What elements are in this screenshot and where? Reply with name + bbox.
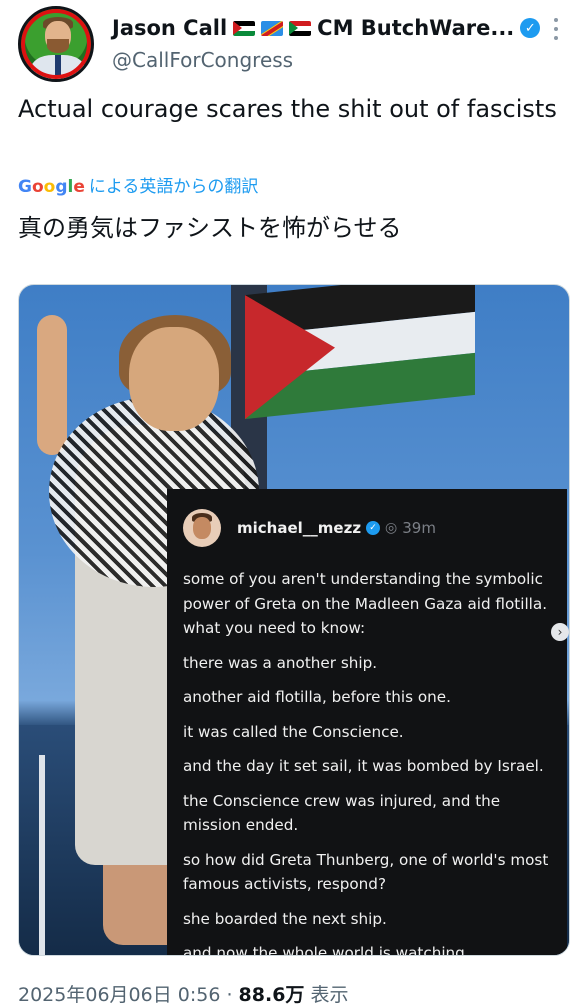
embedded-post-body: some of you aren't understanding the sym… [183, 567, 558, 956]
user-handle[interactable]: @CallForCongress [112, 48, 293, 72]
more-options-icon[interactable] [552, 18, 560, 40]
display-name[interactable]: Jason Call CM ButchWare... ✓ [112, 16, 541, 40]
tweet-text: Actual courage scares the shit out of fa… [18, 95, 557, 123]
embedded-post-card: michael__mezz ✓ ◎ 39m some of you aren't… [167, 489, 567, 956]
tweet-media-image[interactable]: michael__mezz ✓ ◎ 39m some of you aren't… [18, 284, 570, 956]
embedded-verified-icon: ✓ [366, 521, 381, 535]
profile-avatar[interactable] [18, 6, 94, 82]
embedded-line: some of you aren't understanding the sym… [183, 570, 548, 637]
threads-icon: ◎ [385, 520, 398, 536]
palestinian-flag-photo [245, 285, 475, 420]
embedded-line: there was a another ship. [183, 653, 378, 672]
embedded-line: so how did Greta Thunberg, one of world'… [183, 850, 549, 894]
tweet-timestamp[interactable]: 2025年06月06日 0:56 · 88.6万 表示 [18, 980, 348, 1007]
view-count: 88.6万 [238, 984, 305, 1006]
embedded-line: it was called the Conscience. [183, 722, 404, 741]
embedded-line: she boarded the next ship. [183, 909, 387, 928]
embedded-line: the Conscience crew was injured, and the… [183, 791, 501, 835]
embedded-post-time: 39m [402, 519, 436, 537]
sudan-flag-icon [289, 20, 312, 36]
raised-arm [37, 315, 67, 455]
embedded-post-username: michael__mezz [237, 519, 362, 537]
google-logo: Google [18, 177, 85, 197]
display-name-suffix[interactable]: CM ButchWare... [317, 16, 514, 40]
embedded-line: and the day it set sail, it was bombed b… [183, 757, 544, 775]
dr-congo-flag-icon [261, 20, 284, 36]
embedded-post-avatar [183, 509, 221, 547]
translated-text: 真の勇気はファシストを怖がらせる [18, 214, 402, 242]
palestine-flag-icon [233, 20, 256, 36]
person-head [129, 327, 219, 431]
translation-label[interactable]: による英語からの翻訳 [89, 177, 259, 197]
boat-railing [39, 755, 45, 955]
embedded-post-header: michael__mezz ✓ ◎ 39m [237, 519, 436, 537]
chevron-right-icon[interactable]: › [551, 623, 569, 641]
timestamp-text[interactable]: 2025年06月06日 0:56 · [18, 984, 239, 1006]
verified-badge-icon[interactable]: ✓ [520, 18, 541, 38]
translation-attribution[interactable]: Google による英語からの翻訳 [18, 172, 258, 197]
embedded-line: another aid flotilla, before this one. [183, 688, 451, 706]
embedded-line: and now the whole world is watching. [183, 944, 470, 956]
display-name-text[interactable]: Jason Call [112, 16, 227, 40]
views-label: 表示 [304, 984, 349, 1006]
